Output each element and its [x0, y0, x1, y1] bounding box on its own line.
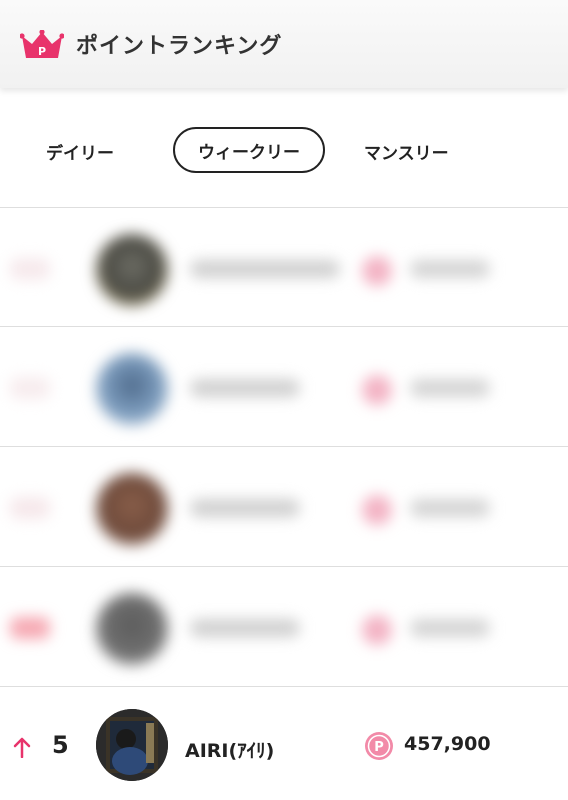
- ranking-row-blurred: [0, 327, 568, 446]
- name-blurred: [190, 260, 340, 278]
- points-blurred: [410, 379, 490, 397]
- point-coin-icon: [362, 375, 392, 405]
- svg-text:P: P: [38, 45, 46, 58]
- tab-monthly[interactable]: マンスリー: [364, 139, 449, 164]
- points-blurred: [410, 619, 490, 637]
- avatar-blurred: [96, 593, 168, 665]
- header-bar: P ポイントランキング: [0, 0, 568, 88]
- avatar-blurred: [96, 353, 168, 425]
- page-title: ポイントランキング: [76, 34, 283, 59]
- avatar[interactable]: [96, 709, 168, 781]
- point-coin-icon: [362, 615, 392, 645]
- name-blurred: [190, 619, 300, 637]
- tab-weekly[interactable]: ウィークリー: [173, 127, 325, 173]
- avatar-blurred: [96, 234, 168, 306]
- rank-badge-blurred: [10, 258, 50, 280]
- rank-badge-blurred: [10, 617, 50, 639]
- points-value: 457,900: [404, 733, 491, 755]
- rank-badge-blurred: [10, 377, 50, 399]
- user-name[interactable]: AIRI(ｱｲﾘ): [185, 736, 274, 763]
- tab-daily[interactable]: デイリー: [46, 139, 114, 164]
- avatar-blurred: [96, 473, 168, 545]
- points-blurred: [410, 260, 490, 278]
- point-coin-icon: P: [365, 732, 393, 760]
- name-blurred: [190, 379, 300, 397]
- rank-badge-blurred: [10, 497, 50, 519]
- crown-icon: P: [20, 30, 64, 58]
- ranking-row-blurred: [0, 447, 568, 566]
- ranking-row-blurred: [0, 567, 568, 686]
- ranking-row-blurred: [0, 208, 568, 327]
- name-blurred: [190, 499, 300, 517]
- point-coin-icon: [362, 256, 392, 286]
- row-divider: [0, 686, 568, 687]
- points-blurred: [410, 499, 490, 517]
- ranking-page: P ポイントランキング デイリー ウィークリー マンスリー 5 AIRI(ｱｲﾘ…: [0, 0, 568, 800]
- point-coin-icon: [362, 495, 392, 525]
- avatar-photo: [96, 709, 168, 781]
- tab-weekly-label: ウィークリー: [198, 142, 300, 163]
- svg-text:P: P: [374, 740, 384, 755]
- rank-up-arrow-icon: [13, 737, 31, 758]
- rank-number: 5: [52, 731, 69, 759]
